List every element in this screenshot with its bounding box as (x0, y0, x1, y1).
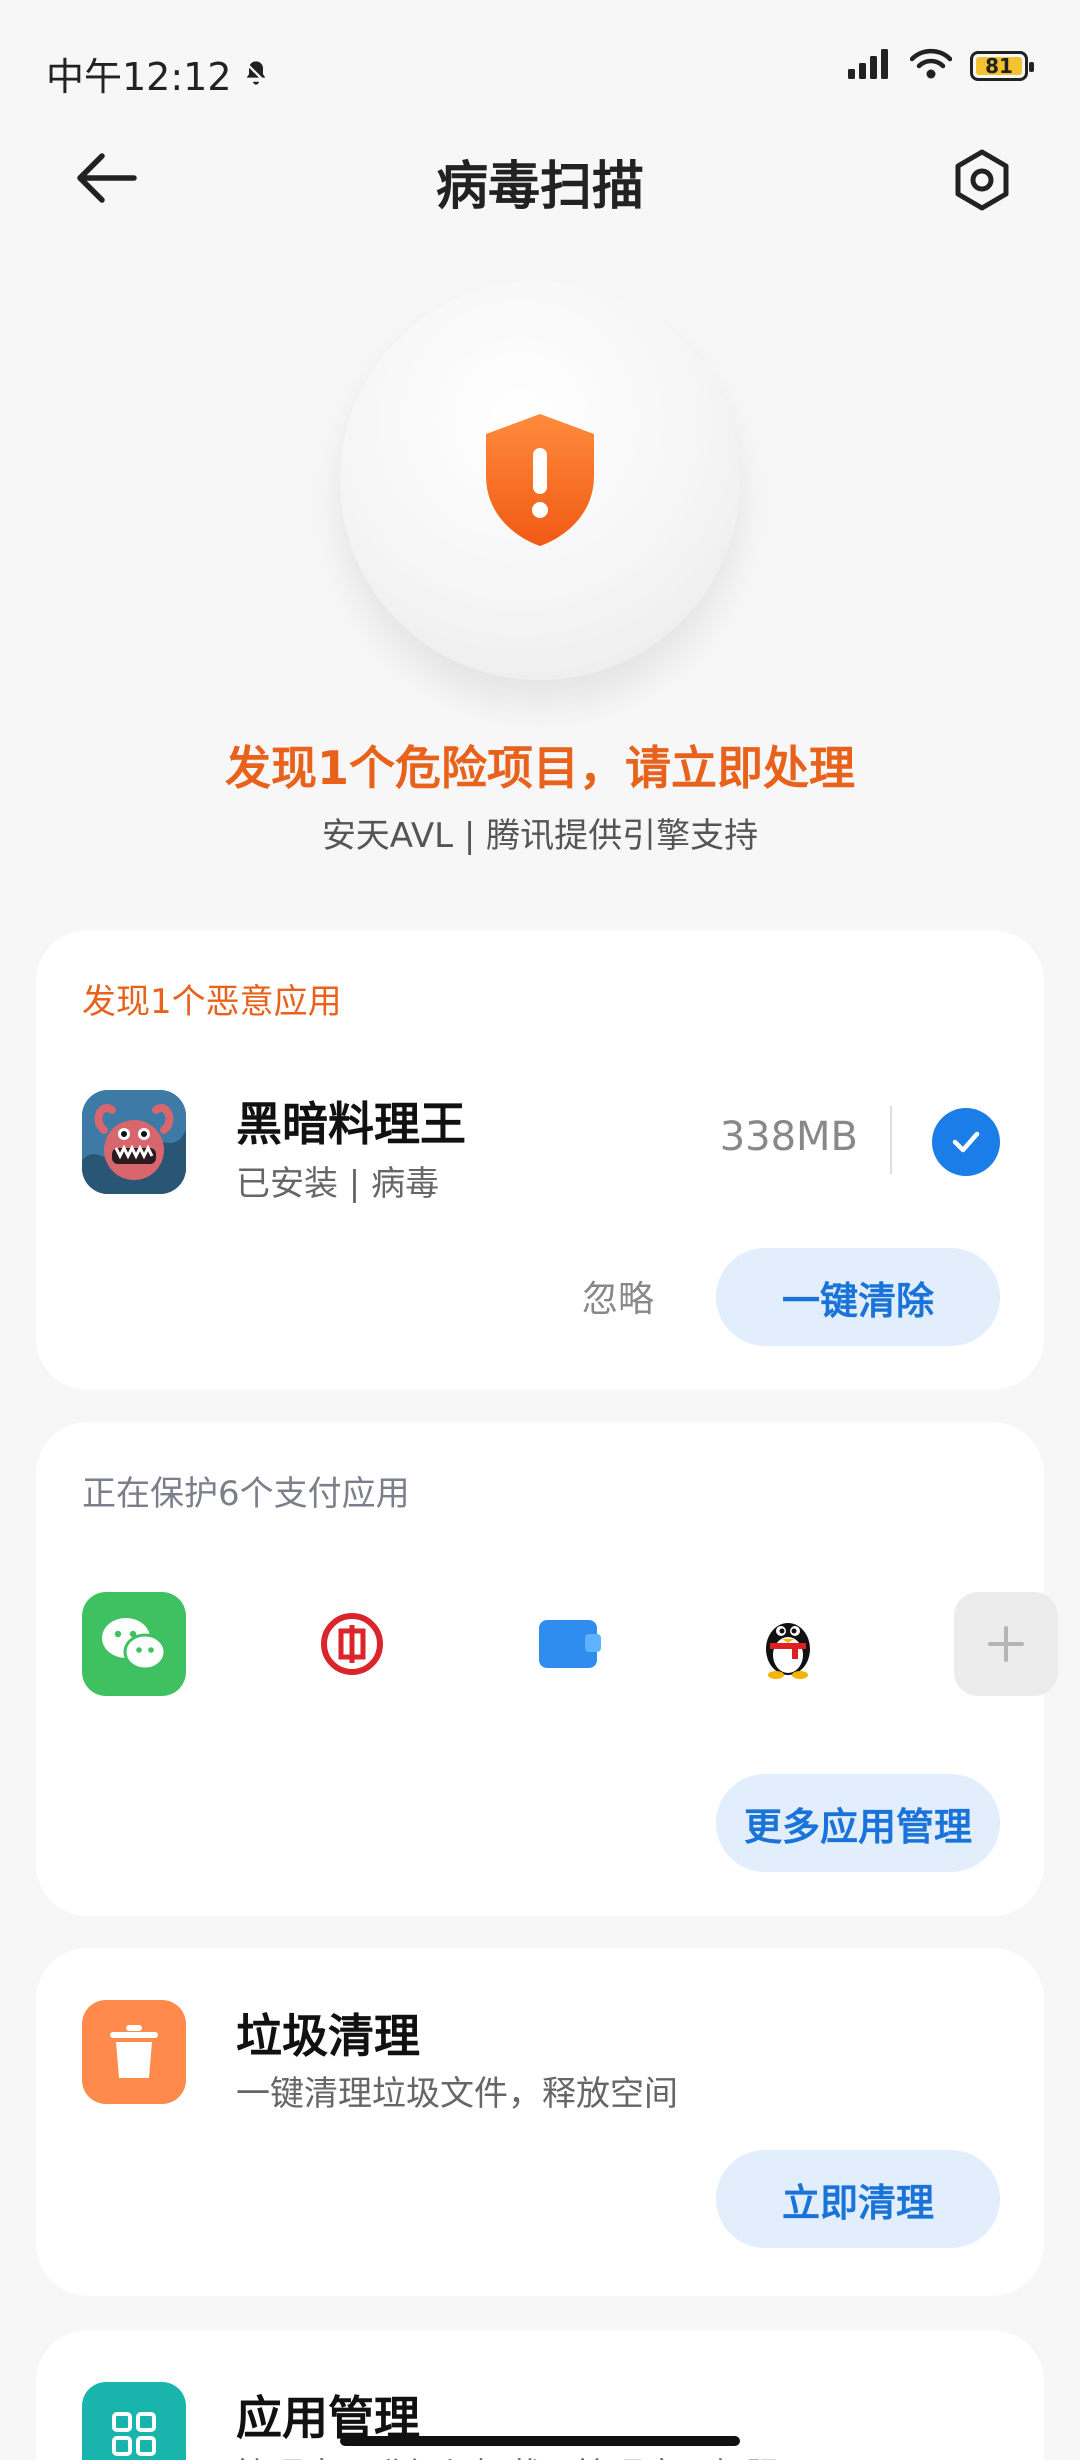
malicious-app-heading: 发现1个恶意应用 (82, 982, 342, 1022)
app-status: 已安装 | 病毒 (236, 1164, 440, 1204)
select-checkbox[interactable] (932, 1108, 1000, 1176)
top-nav: 病毒扫描 (0, 130, 1080, 230)
more-app-management-button[interactable]: 更多应用管理 (716, 1774, 1000, 1872)
status-bar: 中午12:12 81 (0, 0, 1080, 135)
one-click-clean-button[interactable]: 一键清除 (716, 1248, 1000, 1346)
add-app-button[interactable] (954, 1592, 1058, 1696)
scan-result-circle (340, 280, 740, 680)
payment-protection-heading: 正在保护6个支付应用 (82, 1474, 410, 1514)
junk-cleanup-title: 垃圾清理 (236, 2009, 420, 2063)
status-icons: 81 (848, 48, 1034, 84)
add-icon (988, 1626, 1024, 1662)
junk-cleanup-card: 垃圾清理 一键清理垃圾文件，释放空间 立即清理 (36, 1948, 1044, 2296)
home-indicator[interactable] (340, 2436, 740, 2446)
page-title: 病毒扫描 (435, 157, 644, 217)
app-name: 黑暗料理王 (236, 1097, 466, 1151)
wifi-icon (909, 48, 953, 84)
junk-cleanup-subtitle: 一键清理垃圾文件，释放空间 (236, 2074, 678, 2114)
scan-result-title: 发现1个危险项目，请立即处理 (224, 741, 855, 795)
settings-button[interactable] (950, 148, 1014, 212)
qq-penguin-icon[interactable] (736, 1592, 840, 1696)
ignore-button[interactable]: 忽略 (582, 1270, 654, 1322)
status-time-group: 中午12:12 (46, 46, 270, 101)
divider (890, 1106, 892, 1174)
payment-apps-row (82, 1592, 1058, 1696)
signal-icon (848, 49, 892, 83)
wechat-icon[interactable] (82, 1592, 186, 1696)
app-icon[interactable] (82, 1090, 186, 1194)
trash-icon (82, 2000, 186, 2104)
checkmark-icon (952, 1131, 980, 1153)
app-grid-icon (82, 2382, 186, 2460)
icbc-bank-icon[interactable] (300, 1592, 404, 1696)
app-management-subtitle: 管理应用升级与卸载，管理应用权限 (236, 2448, 780, 2460)
malicious-app-card: 发现1个恶意应用 黑暗料理王 已安装 | 病毒 338MB 忽略 一键清除 (36, 930, 1044, 1390)
status-time: 中午12:12 (46, 55, 232, 99)
battery-icon: 81 (970, 51, 1034, 81)
gear-icon (955, 149, 1009, 211)
engine-credit: 安天AVL | 腾讯提供引擎支持 (321, 816, 759, 856)
battery-level: 81 (985, 54, 1013, 78)
wallet-icon[interactable] (518, 1592, 622, 1696)
payment-protection-card: 正在保护6个支付应用 更多应用管理 (36, 1422, 1058, 1916)
app-size: 338MB (719, 1114, 858, 1160)
warning-shield-icon (486, 414, 594, 546)
clean-now-button[interactable]: 立即清理 (716, 2150, 1000, 2248)
notification-bell-icon (242, 52, 270, 96)
